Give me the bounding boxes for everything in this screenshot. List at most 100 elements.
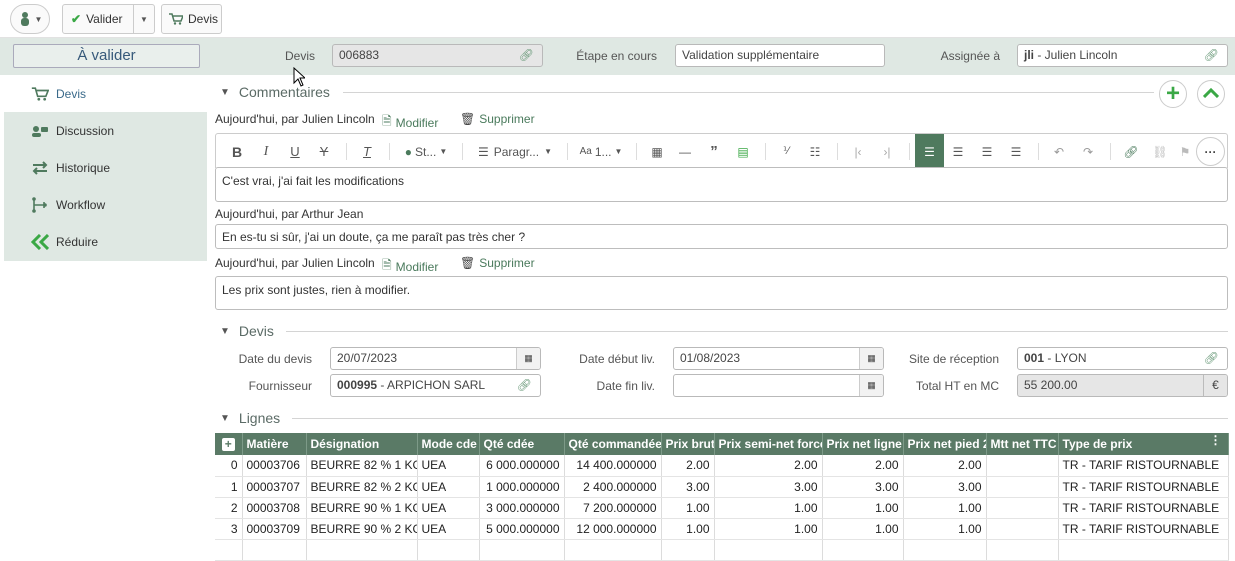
date-devis-field[interactable]: 20/07/2023 ▦ [330,347,541,370]
comment-text: Les prix sont justes, rien à modifier. [215,276,1228,310]
valider-dropdown-button[interactable]: ▼ [133,4,155,34]
numbered-list-icon[interactable]: ⅟ [777,134,795,169]
table-row[interactable]: 2 00003708 BEURRE 90 % 1 KG UEA 3 000.00… [215,497,1229,519]
valider-button[interactable]: ✔ Valider [62,4,134,34]
column-header[interactable]: Qté cdée [479,433,565,455]
sidebar-item-reduire[interactable]: Réduire [4,223,207,260]
devis-button[interactable]: Devis [161,4,222,34]
column-header[interactable]: Prix semi-net forcé [714,433,823,455]
table-row-empty[interactable] [215,539,1229,561]
outdent-icon[interactable]: |‹ [849,134,867,169]
chevron-down-icon: ▼ [220,86,230,98]
devis-number-label: Devis [284,49,315,63]
align-left-button[interactable]: ☰ [915,134,944,169]
delete-comment-link[interactable]: 🗑︎ Supprimer [460,112,535,126]
add-comment-button[interactable]: + [1159,80,1187,108]
chevron-down-icon: ▼ [220,412,230,424]
rich-text-toolbar: B I U Y T ● St... ▼ ☰ Paragr... ▼ Aa 1... ▼ ▦ … [215,133,1228,169]
style-dropdown[interactable]: ● St... ▼ [401,134,451,169]
column-header[interactable]: Prix brut [661,433,715,455]
history-icon [30,160,50,175]
indent-icon[interactable]: ›| [878,134,896,169]
link-icon[interactable]: 🔗︎ [519,45,534,66]
italic-button[interactable]: I [257,134,275,169]
comment-author: Aujourd'hui, par Julien Lincoln [215,112,375,126]
date-debut-label: Date début liv. [579,352,655,366]
plus-square-icon: + [221,438,235,451]
collapse-comments-button[interactable] [1197,80,1225,108]
trash-icon: 🗑︎ [460,256,476,270]
plus-icon: + [1165,80,1180,107]
delete-comment-link[interactable]: 🗑︎ Supprimer [460,256,535,270]
paragraph-dropdown[interactable]: ☰ Paragr... ▼ [474,134,556,169]
site-field[interactable]: 001 - LYON 🔗︎ [1017,347,1228,370]
column-header[interactable]: Mode cde [417,433,480,455]
lignes-table: + Matière Désignation Mode cde Qté cdée … [215,433,1229,561]
caret-down-icon: ▼ [34,14,43,24]
horizontal-rule-icon[interactable]: — [676,134,694,169]
cart-icon [30,86,50,101]
table-header-row: + Matière Désignation Mode cde Qté cdée … [215,433,1229,455]
column-header[interactable]: Mtt net TTC [986,433,1059,455]
comment-editor[interactable]: C'est vrai, j'ai fait les modifications [215,167,1228,202]
quote-icon[interactable]: ” [705,134,723,169]
align-right-button[interactable]: ☰ [978,134,996,169]
fournisseur-field[interactable]: 000995 - ARPICHON SARL 🔗︎ [330,374,541,397]
modify-comment-link[interactable]: 🗎︎ Modifier [382,112,438,133]
date-fin-field[interactable]: ▦ [673,374,884,397]
table-row[interactable]: 0 00003706 BEURRE 82 % 1 KG UEA 6 000.00… [215,455,1229,477]
more-options-button[interactable]: ··· [1196,137,1225,166]
column-header[interactable]: Prix net pied 2 [903,433,987,455]
total-label: Total HT en MC [915,379,999,393]
align-center-button[interactable]: ☰ [949,134,967,169]
modify-comment-link[interactable]: 🗎︎ Modifier [382,256,438,277]
devis-number-field[interactable]: 006883 🔗︎ [332,44,543,67]
anchor-icon[interactable]: ⚑ [1180,134,1191,169]
link-icon[interactable]: 🔗︎ [1204,45,1219,66]
table-icon[interactable]: ▦ [648,134,666,169]
undo-icon[interactable]: ↶ [1050,134,1068,169]
redo-icon[interactable]: ↷ [1079,134,1097,169]
currency-badge: € [1203,375,1227,396]
align-justify-button[interactable]: ☰ [1007,134,1025,169]
lignes-section-toggle[interactable]: ▼ Lignes [220,410,280,426]
sidebar-item-discussion[interactable]: Discussion [4,112,207,149]
bold-button[interactable]: B [228,134,246,169]
column-header[interactable]: Matière [242,433,307,455]
etape-label: Étape en cours [576,49,657,63]
column-header[interactable]: Prix net ligne [822,433,904,455]
assignee-field[interactable]: jli - Julien Lincoln 🔗︎ [1017,44,1228,67]
clear-format-button[interactable]: T [358,134,376,169]
column-header[interactable]: Qté commandée [564,433,662,455]
column-header[interactable]: Type de prix ⋮ [1058,433,1229,455]
add-row-button[interactable]: + [215,433,243,455]
status-button[interactable]: À valider [13,44,200,68]
link-icon[interactable]: 🔗︎ [1204,348,1219,369]
calendar-icon[interactable]: ▦ [859,348,883,369]
unlink-icon[interactable]: ⛓︎ [1151,134,1169,169]
column-header[interactable]: Désignation [306,433,418,455]
table-row[interactable]: 1 00003707 BEURRE 82 % 2 KG UEA 1 000.00… [215,476,1229,498]
page-break-icon[interactable]: ▤ [734,134,752,169]
font-size-dropdown[interactable]: Aa 1... ▼ [579,134,623,169]
comments-section-toggle[interactable]: ▼ Commentaires [220,84,330,100]
sidebar-item-workflow[interactable]: Workflow [4,186,207,223]
touch-menu-button[interactable]: ▼ [10,4,50,34]
total-field: 55 200.00 € [1017,374,1228,397]
link-icon[interactable]: 🔗︎ [517,375,532,396]
date-devis-label: Date du devis [238,352,312,366]
date-debut-field[interactable]: 01/08/2023 ▦ [673,347,884,370]
font-size-icon: Aa [579,146,592,157]
bullet-list-icon[interactable]: ☷ [806,134,824,169]
calendar-icon[interactable]: ▦ [516,348,540,369]
devis-section-toggle[interactable]: ▼ Devis [220,323,274,339]
sidebar-item-devis[interactable]: Devis [4,75,207,112]
column-menu-icon[interactable]: ⋮ [1210,433,1222,447]
strikethrough-button[interactable]: Y [315,134,333,169]
calendar-icon[interactable]: ▦ [859,375,883,396]
underline-button[interactable]: U [286,134,304,169]
etape-field[interactable]: Validation supplémentaire [675,44,885,67]
sidebar-item-historique[interactable]: Historique [4,149,207,186]
link-icon[interactable]: 🔗︎ [1122,134,1140,169]
table-row[interactable]: 3 00003709 BEURRE 90 % 2 KG UEA 5 000.00… [215,518,1229,540]
